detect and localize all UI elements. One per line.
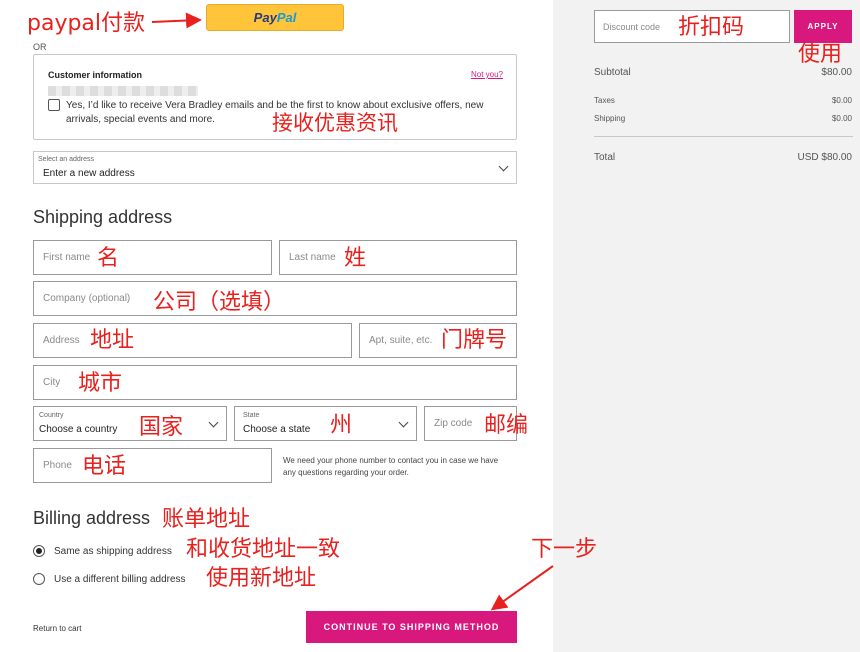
address-select[interactable]: Select an address Enter a new address [33, 151, 517, 184]
taxes-label: Taxes [594, 96, 615, 105]
phone-note: We need your phone number to contact you… [283, 456, 499, 477]
apply-discount-button[interactable]: APPLY [794, 10, 852, 43]
chevron-down-icon [498, 161, 509, 172]
state-label: State [243, 412, 260, 419]
address-select-label: Select an address [38, 156, 95, 163]
return-to-cart-link[interactable]: Return to cart [33, 624, 81, 633]
different-billing-radio[interactable] [33, 573, 45, 585]
last-name-placeholder: Last name [289, 252, 336, 263]
annotation-country: 国家 [139, 415, 184, 440]
country-value: Choose a country [39, 424, 118, 435]
first-name-placeholder: First name [43, 252, 91, 263]
phone-placeholder: Phone [43, 460, 72, 471]
annotation-billing: 账单地址 [162, 507, 251, 532]
total-value: USD $80.00 [798, 152, 853, 163]
paypal-button[interactable]: PayPal [206, 4, 344, 31]
total-amount: $80.00 [821, 152, 852, 163]
annotation-apt: 门牌号 [441, 328, 508, 353]
annotation-discount-code: 折扣码 [678, 15, 745, 40]
discount-placeholder: Discount code [603, 22, 661, 32]
total-currency: USD [797, 152, 819, 163]
state-select[interactable]: State Choose a state [234, 406, 417, 441]
annotation-city: 城市 [78, 371, 123, 396]
annotation-apply: 使用 [798, 42, 843, 67]
different-billing-label: Use a different billing address [54, 574, 186, 585]
apt-placeholder: Apt, suite, etc. [369, 335, 433, 346]
continue-to-shipping-button[interactable]: CONTINUE TO SHIPPING METHOD [306, 611, 517, 643]
email-opt-in-checkbox[interactable] [48, 99, 60, 111]
total-label: Total [594, 152, 616, 163]
annotation-address: 地址 [90, 328, 135, 353]
annotation-same-as-shipping: 和收货地址一致 [186, 537, 341, 562]
annotation-company: 公司（选填） [153, 290, 286, 315]
subtotal-value: $80.00 [821, 67, 852, 78]
customer-info-title: Customer information [48, 70, 143, 80]
or-divider-label: OR [33, 42, 47, 52]
state-value: Choose a state [243, 424, 311, 435]
billing-address-title: Billing address [33, 508, 151, 528]
annotation-zip: 邮编 [484, 413, 529, 438]
annotation-next-step: 下一步 [531, 537, 598, 562]
address-placeholder: Address [43, 335, 80, 346]
chevron-down-icon [208, 417, 219, 428]
shipping-cost-value: $0.00 [831, 114, 852, 123]
country-label: Country [39, 412, 64, 419]
subtotal-label: Subtotal [594, 67, 631, 78]
taxes-value: $0.00 [831, 96, 852, 105]
phone-field[interactable]: Phone [33, 448, 272, 483]
city-placeholder: City [43, 377, 61, 388]
summary-divider [594, 136, 853, 137]
blurred-email [48, 86, 198, 96]
same-as-shipping-label: Same as shipping address [54, 546, 172, 557]
zip-placeholder: Zip code [434, 418, 473, 429]
chevron-down-icon [398, 417, 409, 428]
not-you-link[interactable]: Not you? [471, 70, 503, 79]
annotation-receive-offers: 接收优惠资讯 [272, 111, 398, 135]
annotation-phone: 电话 [82, 454, 127, 479]
first-name-field[interactable]: First name [33, 240, 272, 275]
shipping-address-title: Shipping address [33, 207, 173, 227]
address-select-value: Enter a new address [43, 168, 135, 179]
annotation-last-name: 姓 [344, 246, 367, 271]
paypal-arrow [151, 12, 202, 29]
shipping-cost-label: Shipping [594, 114, 626, 123]
annotation-first-name: 名 [97, 246, 120, 271]
annotation-paypal: paypal付款 [27, 11, 146, 36]
address-field[interactable]: Address [33, 323, 352, 358]
country-select[interactable]: Country Choose a country [33, 406, 227, 441]
company-placeholder: Company (optional) [43, 293, 131, 304]
last-name-field[interactable]: Last name [279, 240, 517, 275]
next-step-arrow [490, 565, 554, 611]
annotation-state: 州 [330, 413, 353, 438]
annotation-new-address: 使用新地址 [206, 566, 317, 591]
same-as-shipping-radio[interactable] [33, 545, 45, 557]
paypal-logo: PayPal [253, 10, 297, 25]
